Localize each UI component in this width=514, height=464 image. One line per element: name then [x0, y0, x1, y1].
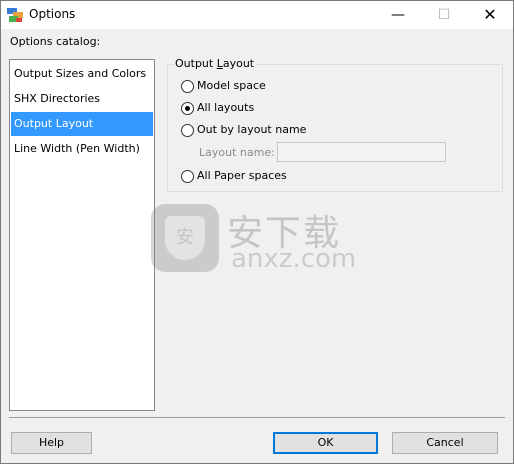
cancel-button[interactable]: Cancel — [392, 432, 498, 454]
catalog-item-output-layout[interactable]: Output Layout — [11, 112, 153, 136]
catalog-item-line-width[interactable]: Line Width (Pen Width) — [11, 137, 153, 161]
ok-button[interactable]: OK — [273, 432, 378, 454]
window-title: Options — [29, 7, 76, 21]
options-dialog: Options — ☐ ✕ Options catalog: Output Si… — [0, 0, 514, 464]
layout-name-input[interactable] — [277, 142, 446, 162]
options-catalog-list[interactable]: Output Sizes and Colors SHX Directories … — [9, 59, 155, 411]
radio-label: All Paper spaces — [197, 169, 287, 182]
radio-indicator[interactable] — [181, 80, 194, 93]
radio-label: Out by layout name — [197, 123, 307, 136]
minimize-button[interactable]: — — [375, 1, 421, 29]
radio-indicator[interactable] — [181, 102, 194, 115]
maximize-button[interactable]: ☐ — [421, 1, 467, 29]
radio-indicator[interactable] — [181, 170, 194, 183]
shield-icon: 安 — [151, 204, 219, 272]
watermark-latin-text: anxz.com — [231, 244, 357, 274]
app-icon — [7, 8, 23, 22]
close-button[interactable]: ✕ — [467, 1, 513, 29]
title-bar: Options — ☐ ✕ — [1, 1, 513, 29]
catalog-item-shx-directories[interactable]: SHX Directories — [11, 87, 153, 111]
options-catalog-label: Options catalog: — [10, 35, 101, 48]
layout-name-label: Layout name: — [199, 146, 275, 159]
radio-label: All layouts — [197, 101, 255, 114]
output-layout-legend: Output Layout — [173, 57, 257, 70]
separator — [9, 417, 505, 418]
radio-indicator[interactable] — [181, 124, 194, 137]
help-button[interactable]: Help — [11, 432, 92, 454]
catalog-item-output-sizes-and-colors[interactable]: Output Sizes and Colors — [11, 62, 153, 86]
watermark: 安 安下载 anxz.com — [151, 204, 365, 274]
radio-label: Model space — [197, 79, 266, 92]
